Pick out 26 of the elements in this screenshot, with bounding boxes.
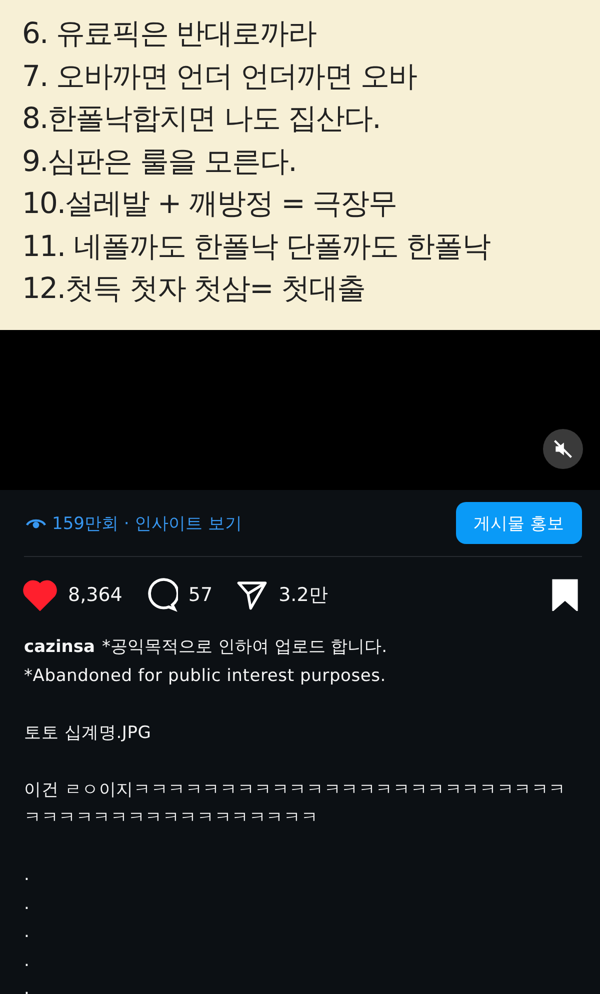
- list-line: 6. 유료픽은 반대로까라: [22, 15, 318, 52]
- insights-link[interactable]: 159만회 · 인사이트 보기: [52, 512, 450, 534]
- caption-text: 토토 십계명.JPG: [24, 722, 152, 744]
- speaker-icon: [552, 438, 574, 460]
- caption-text: *공익목적으로 인하여 업로드 합니다.: [102, 636, 388, 659]
- share-count: 3.2만: [278, 583, 328, 608]
- caption-text: .: [24, 921, 31, 944]
- list-line: 7. 오바까면 언더 언더까면 오바: [22, 58, 418, 94]
- list-line: 12.첫득 첫자 첫삼= 첫대출: [22, 270, 366, 307]
- caption-text: 이건 ㄹㅇ이지ㅋㅋㅋㅋㅋㅋㅋㅋㅋㅋㅋㅋㅋㅋㅋㅋㅋㅋㅋㅋㅋㅋㅋㅋㅋㅋㅋㅋㅋㅋㅋㅋㅋㅋㅋㅋㅋㅋㅋㅋㅋㅋ: [24, 778, 568, 830]
- list-line: 9.심판은 룰을 모른다.: [22, 142, 298, 180]
- mute-button[interactable]: [543, 429, 583, 469]
- heart-icon[interactable]: [22, 579, 58, 611]
- bookmark-icon[interactable]: [550, 579, 580, 611]
- caption-text: .: [24, 978, 31, 994]
- caption-text: .: [24, 892, 31, 916]
- like-count: 8,364: [68, 584, 122, 606]
- caption-text: .: [24, 864, 31, 887]
- username-link[interactable]: cazinsa: [24, 633, 95, 662]
- list-line: 10.설레발 + 깨방정 = 극장무: [22, 185, 398, 222]
- list-line: 11. 네폴까도 한폴낙 단폴까도 한폴낙: [22, 228, 492, 264]
- comment-count: 57: [188, 584, 213, 606]
- caption-text: .: [24, 950, 31, 972]
- caption-text: *Abandoned for public interest purposes.: [24, 664, 388, 688]
- list-line: 8.한폴낙합치면 나도 집산다.: [22, 100, 382, 137]
- send-icon[interactable]: [234, 579, 269, 611]
